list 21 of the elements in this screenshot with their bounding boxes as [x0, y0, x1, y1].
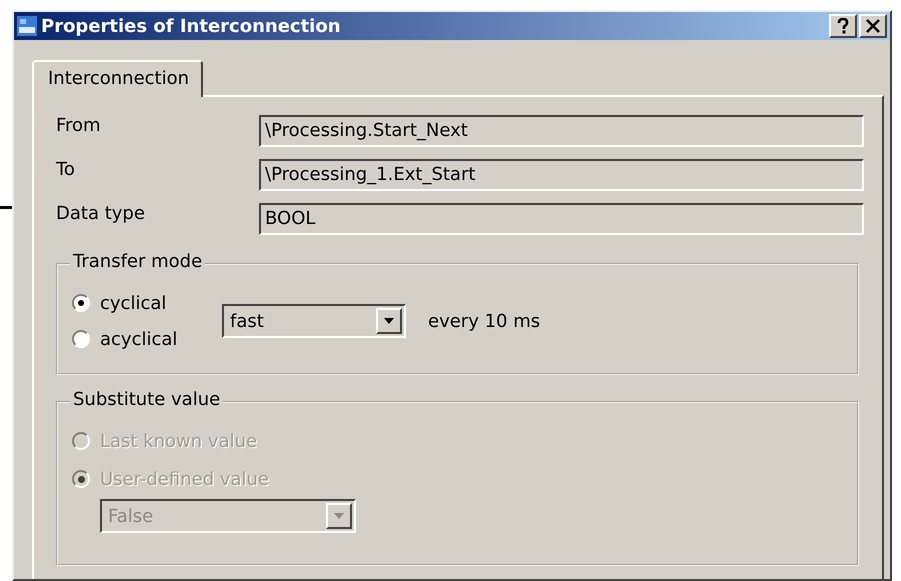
text-field[interactable]: \Processing.Start_Next	[259, 115, 864, 147]
help-button[interactable]	[829, 14, 857, 38]
caret-icon	[334, 513, 344, 519]
field-label: To	[56, 159, 76, 180]
field-label: Data type	[56, 203, 146, 224]
text-field[interactable]: BOOL	[259, 203, 864, 235]
window-title: Properties of Interconnection	[41, 16, 342, 36]
radio-button[interactable]	[72, 294, 90, 312]
tab[interactable]: Interconnection	[32, 60, 204, 97]
close-button[interactable]	[859, 14, 887, 38]
radio-button[interactable]	[72, 330, 90, 348]
caret-icon	[384, 318, 394, 324]
field-label: From	[56, 115, 102, 136]
app-icon	[17, 16, 37, 36]
interval-label: every 10 ms	[428, 310, 540, 332]
radio-label: cyclical	[100, 292, 166, 314]
help-icon	[836, 18, 850, 34]
dropdown[interactable]: fast	[222, 304, 406, 338]
text-field[interactable]: \Processing_1.Ext_Start	[259, 159, 864, 191]
radio-label: acyclical	[100, 328, 178, 350]
close-icon	[866, 19, 880, 33]
